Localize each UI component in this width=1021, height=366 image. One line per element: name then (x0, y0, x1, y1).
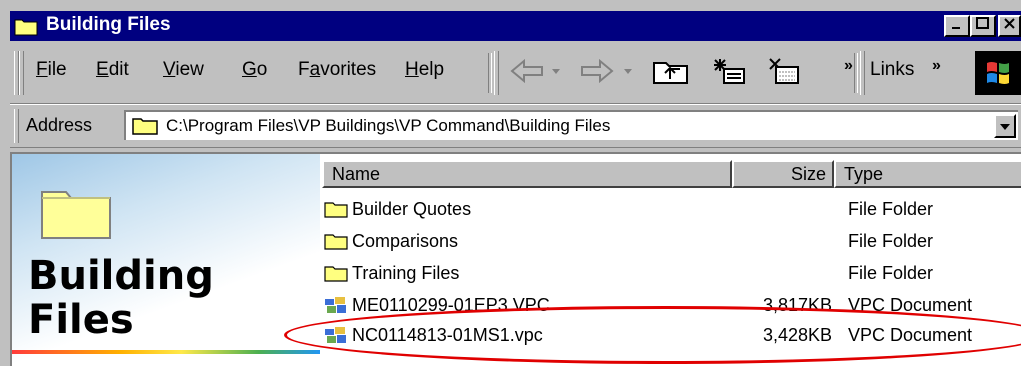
maximize-button[interactable] (970, 15, 996, 37)
window-title: Building Files (46, 14, 171, 35)
vpc-document-icon (325, 297, 346, 313)
folder-icon (324, 266, 348, 282)
panel-title: Building Files (28, 254, 214, 342)
column-header-name-label: Name (332, 164, 381, 184)
file-row[interactable]: Training Files File Folder (324, 258, 1021, 288)
links-grip[interactable] (860, 51, 865, 95)
column-header-type-label: Type (844, 164, 884, 184)
menu-file-label: File (36, 59, 67, 80)
file-type: File Folder (848, 199, 934, 219)
file-size: 3,428KB (762, 325, 832, 345)
folder-icon (132, 118, 158, 135)
file-name: ME0110299-01EP3.VPC (352, 295, 550, 315)
toolbar-grip[interactable] (494, 51, 499, 95)
menu-edit[interactable]: Edit (96, 59, 129, 81)
file-type: File Folder (848, 263, 934, 283)
folder-icon (41, 191, 111, 239)
delete-icon[interactable] (766, 57, 800, 85)
column-header-size[interactable]: Size (732, 160, 834, 188)
menu-go[interactable]: Go (242, 59, 267, 81)
address-value: C:\Program Files\VP Buildings\VP Command… (166, 116, 611, 135)
menu-file[interactable]: File (36, 59, 67, 81)
toolbar-separator (488, 53, 492, 93)
folder-icon (324, 202, 348, 218)
close-icon (1003, 18, 1015, 29)
content-area: Building Files Name Size Type Builder Qu… (10, 152, 1021, 366)
address-input[interactable]: C:\Program Files\VP Buildings\VP Command… (124, 110, 1018, 140)
file-name: Comparisons (352, 231, 459, 251)
windows-logo (975, 51, 1021, 95)
file-size: 3,817KB (762, 295, 832, 315)
file-row[interactable]: Comparisons File Folder (324, 226, 1021, 256)
up-folder-icon[interactable] (652, 57, 690, 85)
file-row[interactable]: NC0114813-01MS1.vpc 3,428KB VPC Document (324, 320, 1021, 350)
links-separator (854, 53, 858, 93)
folder-icon (14, 19, 38, 36)
file-type: VPC Document (848, 325, 973, 345)
links-overflow-chevron[interactable]: » (932, 57, 941, 75)
file-name: Builder Quotes (352, 199, 472, 219)
vpc-document-icon (325, 327, 346, 343)
menu-grip-2 (19, 51, 24, 95)
menu-go-label: Go (242, 59, 268, 80)
file-row[interactable]: ME0110299-01EP3.VPC 3,817KB VPC Document (324, 290, 1021, 320)
minimize-button[interactable] (944, 15, 970, 37)
close-button[interactable] (998, 15, 1021, 37)
windows-flag-icon (987, 62, 1009, 84)
rainbow-divider (12, 350, 320, 354)
menu-view-label: View (163, 59, 204, 80)
file-name: Training Files (352, 263, 460, 283)
column-header-size-label: Size (790, 164, 826, 184)
folder-icon (324, 234, 348, 250)
maximize-icon (976, 17, 989, 29)
menu-help[interactable]: Help (405, 59, 444, 81)
menu-view[interactable]: View (163, 59, 204, 81)
cut-icon[interactable] (712, 57, 746, 85)
menu-favorites[interactable]: Favorites (298, 59, 376, 81)
menu-toolbar-row: File Edit View Go Favorites Help » Links… (10, 43, 1021, 104)
minimize-icon (952, 27, 960, 29)
menu-help-label: Help (405, 59, 445, 80)
chevron-down-icon (1000, 124, 1010, 130)
web-view-panel: Building Files (12, 154, 320, 366)
address-dropdown-button[interactable] (994, 114, 1016, 138)
file-row[interactable]: Builder Quotes File Folder (324, 194, 1021, 224)
address-label: Address (26, 115, 93, 135)
address-grip[interactable] (14, 109, 19, 143)
links-label[interactable]: Links (870, 59, 914, 81)
explorer-window: Building Files File Edit View Go Favorit… (0, 0, 1021, 366)
file-name: NC0114813-01MS1.vpc (352, 325, 543, 345)
menu-edit-label: Edit (96, 59, 129, 80)
address-bar-row: Address C:\Program Files\VP Buildings\VP… (10, 104, 1021, 148)
menu-favorites-label: Favorites (298, 59, 377, 80)
title-bar[interactable]: Building Files (10, 11, 1021, 41)
column-header-name[interactable]: Name (322, 160, 732, 188)
panel-title-line2: Files (28, 297, 134, 343)
file-type: File Folder (848, 231, 934, 251)
panel-title-line1: Building (28, 253, 214, 299)
toolbar-overflow-chevron[interactable]: » (844, 57, 853, 75)
file-type: VPC Document (848, 295, 973, 315)
forward-arrow-icon[interactable] (578, 57, 640, 85)
back-arrow-icon[interactable] (508, 57, 568, 85)
column-header-type[interactable]: Type (834, 160, 1021, 188)
